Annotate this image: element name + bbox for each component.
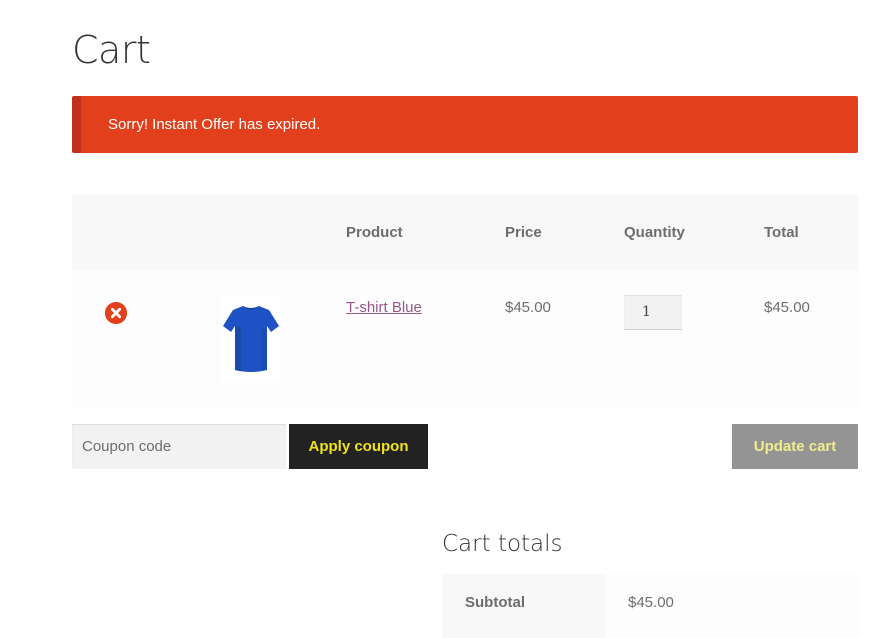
item-price: $45.00 <box>505 299 551 316</box>
remove-item-button[interactable] <box>105 302 127 324</box>
notice-message: Sorry! Instant Offer has expired. <box>108 116 321 133</box>
cart-table: Product Price Quantity Total <box>72 195 858 408</box>
header-total: Total <box>764 224 799 241</box>
close-icon <box>105 302 127 324</box>
table-header: Product Price Quantity Total <box>72 195 858 270</box>
product-thumbnail[interactable] <box>221 296 281 382</box>
subtotal-row: Subtotal $45.00 <box>442 574 858 638</box>
table-row <box>72 270 858 408</box>
product-link[interactable]: T-shirt Blue <box>346 299 422 316</box>
coupon-code-input[interactable] <box>72 424 286 469</box>
page-title: Cart <box>72 28 151 72</box>
cart-totals-title: Cart totals <box>442 531 563 557</box>
error-notice: Sorry! Instant Offer has expired. <box>72 96 858 153</box>
cart-page: Cart Sorry! Instant Offer has expired. P… <box>0 0 888 638</box>
header-quantity: Quantity <box>624 224 685 241</box>
subtotal-value: $45.00 <box>605 574 858 638</box>
t-shirt-icon <box>223 306 279 372</box>
update-cart-button[interactable]: Update cart <box>732 424 858 469</box>
quantity-input[interactable] <box>624 295 682 330</box>
apply-coupon-button[interactable]: Apply coupon <box>289 424 428 469</box>
subtotal-label: Subtotal <box>442 574 605 638</box>
header-price: Price <box>505 224 542 241</box>
header-product: Product <box>346 224 403 241</box>
item-total: $45.00 <box>764 299 810 316</box>
